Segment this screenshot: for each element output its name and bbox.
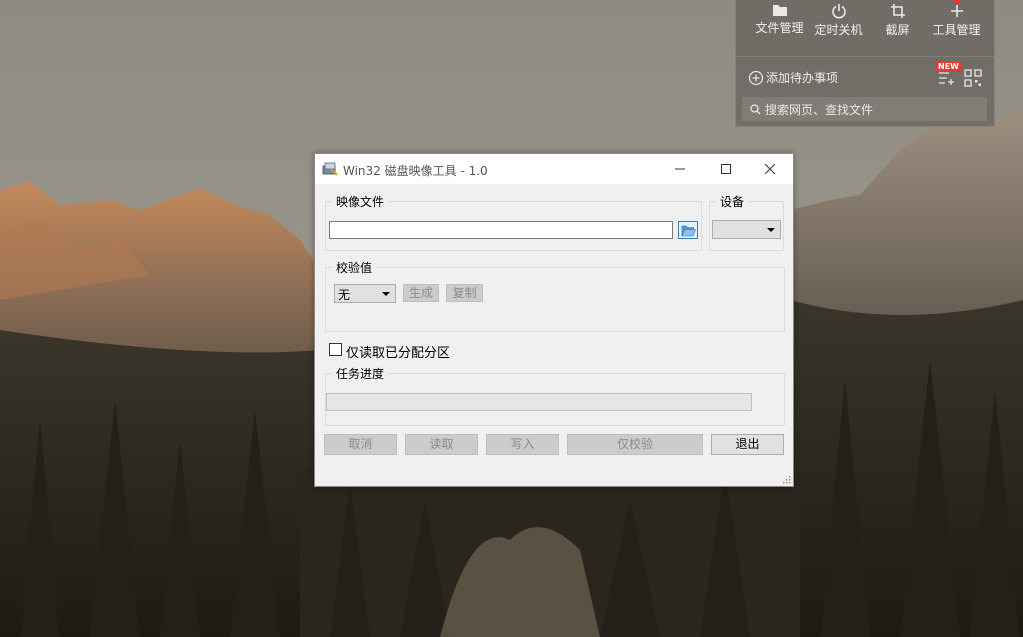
power-icon	[831, 4, 846, 19]
maximize-icon	[721, 164, 731, 174]
device-group-title: 设备	[716, 193, 749, 210]
folder-icon	[772, 5, 787, 16]
hash-selected-value: 无	[338, 288, 351, 302]
hash-type-dropdown[interactable]: 无	[334, 284, 396, 303]
readonly-allocated-checkbox[interactable]	[329, 343, 342, 356]
cancel-button[interactable]: 取消	[324, 434, 397, 455]
exit-button[interactable]: 退出	[711, 434, 784, 455]
desktop-tool-widget: 文件管理 定时关机 截屏 工具管理 添加待办事项 NEW 搜索网页、查找文件	[735, 0, 995, 127]
image-file-input[interactable]	[329, 221, 673, 239]
minimize-button[interactable]	[657, 154, 703, 184]
read-button[interactable]: 读取	[405, 434, 478, 455]
chevron-down-icon	[382, 292, 390, 296]
search-icon	[750, 103, 761, 114]
crop-icon	[890, 4, 905, 18]
readonly-allocated-label[interactable]: 仅读取已分配分区	[346, 342, 450, 361]
device-dropdown[interactable]	[712, 220, 781, 239]
maximize-button[interactable]	[703, 154, 749, 184]
close-button[interactable]	[747, 154, 793, 184]
widget-tools-row: 文件管理 定时关机 截屏 工具管理	[750, 0, 986, 48]
disk-imager-window: Win32 磁盘映像工具 - 1.0 映像文件 设备 校验值 无 生成 复制 仅…	[314, 153, 794, 487]
search-placeholder: 搜索网页、查找文件	[765, 102, 874, 117]
tool-label: 定时关机	[814, 23, 863, 37]
chevron-down-icon	[767, 228, 775, 232]
add-todo-button[interactable]: 添加待办事项	[748, 69, 838, 86]
add-todo-label: 添加待办事项	[766, 71, 839, 85]
tool-label: 工具管理	[932, 23, 981, 37]
widget-search-box[interactable]: 搜索网页、查找文件	[742, 97, 987, 121]
plus-icon	[950, 5, 963, 17]
open-folder-icon	[681, 225, 696, 237]
copy-hash-button[interactable]: 复制	[446, 284, 483, 302]
add-circle-icon	[748, 70, 764, 85]
write-button[interactable]: 写入	[486, 434, 559, 455]
scheduled-shutdown-tool[interactable]: 定时关机	[809, 0, 868, 48]
screenshot-tool[interactable]: 截屏	[868, 0, 927, 48]
disk-imager-app-icon	[322, 162, 338, 176]
resize-grip-icon[interactable]	[783, 476, 791, 484]
close-icon	[765, 164, 775, 174]
verify-only-button[interactable]: 仅校验	[567, 434, 703, 455]
todo-list-icon[interactable]	[938, 70, 956, 86]
tool-management-tool[interactable]: 工具管理	[927, 0, 986, 48]
tool-label: 文件管理	[755, 21, 804, 35]
hash-group-title: 校验值	[332, 259, 377, 276]
image-file-group-title: 映像文件	[332, 193, 389, 210]
browse-file-button[interactable]	[678, 221, 698, 239]
task-progress-bar	[326, 393, 752, 411]
window-titlebar[interactable]: Win32 磁盘映像工具 - 1.0	[315, 154, 793, 184]
minimize-icon	[675, 168, 685, 170]
tool-label: 截屏	[885, 23, 910, 37]
window-title: Win32 磁盘映像工具 - 1.0	[343, 164, 488, 178]
widget-divider	[736, 56, 994, 57]
generate-hash-button[interactable]: 生成	[403, 284, 439, 302]
progress-group-title: 任务进度	[332, 365, 389, 382]
qr-code-icon[interactable]	[964, 69, 982, 87]
file-manager-tool[interactable]: 文件管理	[750, 0, 809, 48]
